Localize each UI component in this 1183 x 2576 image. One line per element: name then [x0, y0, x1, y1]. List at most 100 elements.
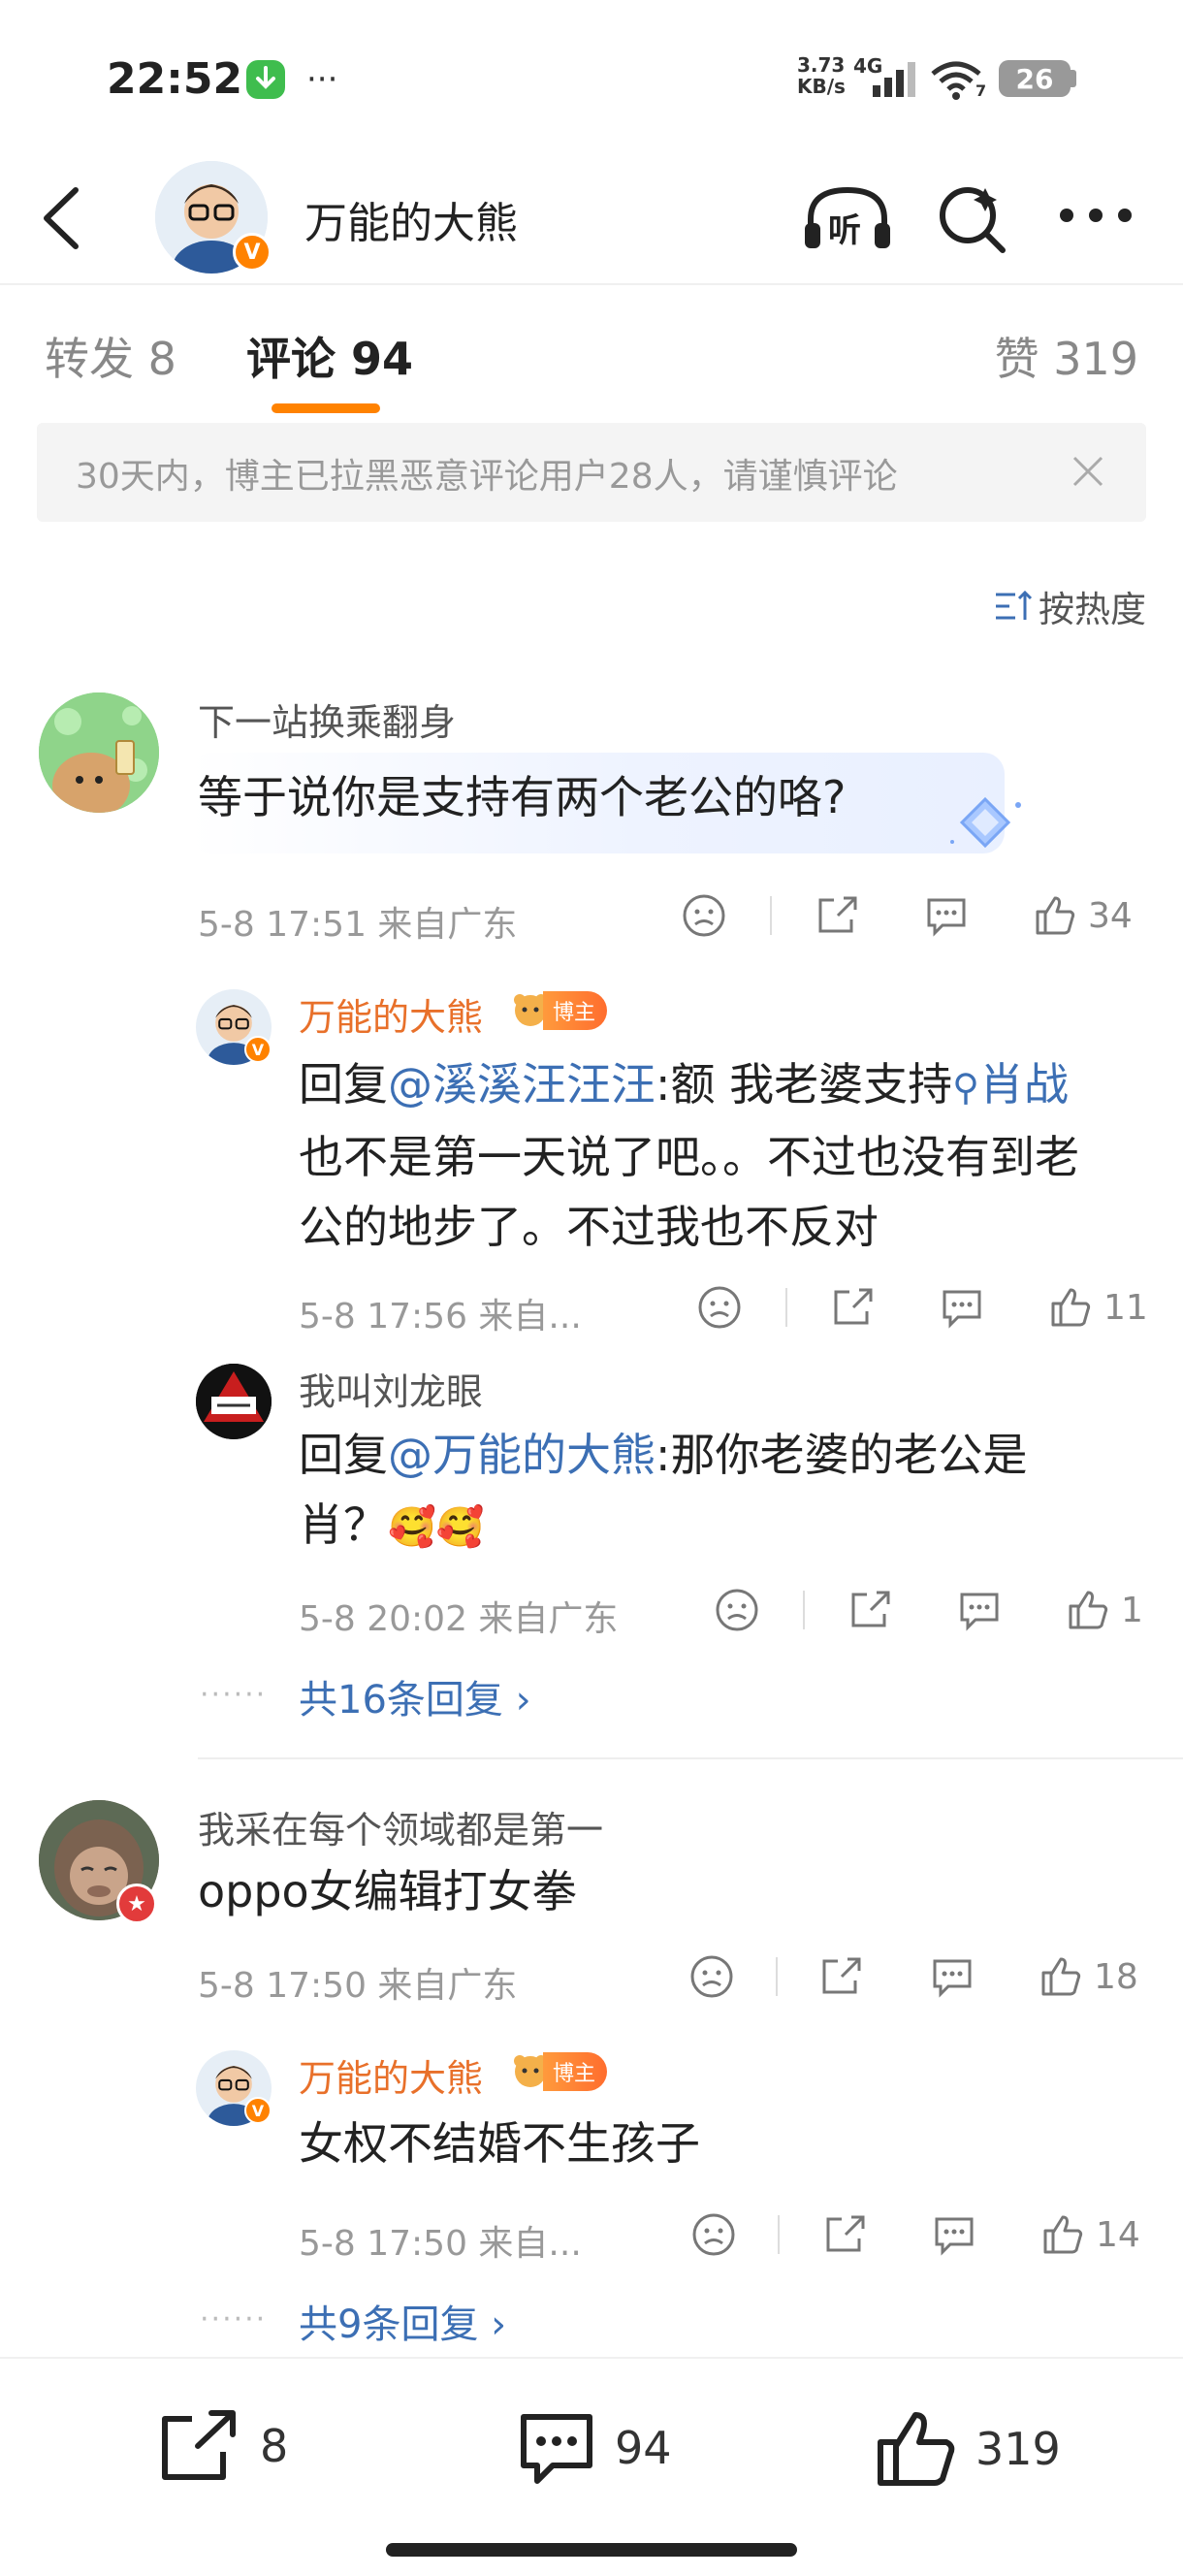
dislike-button[interactable] [688, 1953, 735, 2000]
like-button[interactable]: 319 [875, 2407, 1061, 2491]
reply-actions: 1 [712, 1587, 1154, 1635]
tab-like[interactable]: 赞 319 [995, 324, 1138, 388]
comment-icon [521, 2414, 592, 2484]
download-icon [244, 58, 287, 101]
thumbs-up-icon [878, 2412, 955, 2486]
red-star-badge-icon: ★ [116, 1884, 157, 1924]
mention-link[interactable]: @溪溪汪汪汪 [388, 1058, 655, 1111]
reply-button[interactable] [929, 1953, 975, 2000]
share-icon [162, 2410, 236, 2480]
action-divider [778, 2215, 780, 2254]
status-bar: 22:52 ··· 3.73 KB/s 4G 7 26 [0, 0, 1183, 155]
reply-username[interactable]: 万能的大熊 [299, 2048, 483, 2102]
back-icon[interactable] [35, 182, 87, 254]
reply-meta: 5-8 17:50 来自... [299, 2224, 582, 2264]
like-button[interactable]: 14 [1039, 2211, 1140, 2258]
dislike-button[interactable] [690, 2211, 737, 2258]
comment-icon [943, 1290, 981, 1329]
sad-face-icon [692, 2213, 735, 2256]
sort-label: 按热度 [1039, 589, 1146, 630]
thumbs-up-icon [1036, 896, 1075, 935]
comment-icon [933, 1959, 972, 1998]
reply-line: 也不是第一天说了吧。。不过也没有到老 [299, 1131, 1079, 1183]
tab-comment[interactable]: 评论 94 [246, 324, 413, 388]
reply-meta: 5-8 20:02 来自广东 [299, 1599, 619, 1639]
reply-line: 肖？ [299, 1498, 388, 1551]
reply-prefix: 回复 [299, 1429, 388, 1481]
home-indicator[interactable] [386, 2543, 797, 2557]
topic-link[interactable]: ⚲肖战 [952, 1058, 1069, 1111]
net-speed-value: 3.73 [797, 53, 846, 77]
reply-meta: 5-8 17:56 来自... [299, 1297, 582, 1336]
comment-icon [960, 1593, 999, 1631]
share-button[interactable] [830, 1284, 877, 1331]
sort-toggle[interactable]: 按热度 [994, 580, 1146, 632]
thumbs-up-icon [1051, 1288, 1091, 1327]
reply-button[interactable] [923, 892, 970, 939]
thumbs-up-icon [1041, 1957, 1081, 1996]
share-icon [851, 1591, 890, 1627]
reply-actions: 14 [688, 2211, 1154, 2260]
close-icon[interactable] [1069, 452, 1107, 491]
more-replies-link[interactable]: 共16条回复 › [299, 1668, 531, 1724]
like-button[interactable]: 18 [1038, 1953, 1138, 2000]
thumbs-up-icon [1043, 2215, 1083, 2254]
reply-button[interactable] [931, 2211, 977, 2258]
comment-icon [935, 2217, 974, 2256]
dislike-button[interactable] [681, 892, 727, 939]
listen-button[interactable]: 听 [801, 184, 894, 254]
battery-tip [1071, 70, 1076, 87]
like-count: 11 [1103, 1287, 1148, 1328]
reply-text: 回复@溪溪汪汪汪:额 我老婆支持⚲肖战 也不是第一天说了吧。。不过也没有到老 公… [299, 1049, 1152, 1262]
comment-meta: 5-8 17:51 来自广东 [198, 905, 518, 945]
like-button[interactable]: 1 [1065, 1587, 1143, 1633]
comment-text: oppo女编辑打女拳 [198, 1865, 577, 1917]
tab-repost[interactable]: 转发 8 [45, 324, 176, 388]
dislike-button[interactable] [696, 1284, 743, 1331]
reply-prefix: 回复 [299, 1058, 388, 1111]
thumbs-up-icon [1069, 1591, 1108, 1629]
reply-text: 回复@万能的大熊:那你老婆的老公是 肖？🥰🥰 [299, 1420, 1152, 1562]
reply-username[interactable]: 万能的大熊 [299, 987, 483, 1041]
topic-search-icon: ⚲ [952, 1066, 979, 1109]
action-divider [776, 1957, 778, 1996]
like-button[interactable]: 11 [1047, 1284, 1148, 1331]
listen-label: 听 [828, 211, 861, 250]
reply-button[interactable] [939, 1284, 985, 1331]
share-button[interactable] [818, 1953, 865, 2000]
verified-badge-icon: V [244, 2097, 272, 2124]
sad-face-icon [716, 1589, 758, 1631]
avatar[interactable] [39, 692, 159, 813]
more-replies-dots: ······ [200, 1678, 268, 1712]
comment-divider [198, 1757, 1183, 1759]
comment-username[interactable]: 我采在每个领域都是第一 [198, 1800, 603, 1853]
sad-face-icon [698, 1286, 741, 1329]
action-divider [770, 896, 772, 935]
mention-link[interactable]: @万能的大熊 [388, 1429, 655, 1481]
topic-name: 肖战 [978, 1058, 1069, 1111]
action-divider [803, 1591, 805, 1629]
reply-actions: 11 [694, 1284, 1154, 1333]
repost-button[interactable]: 8 [159, 2407, 288, 2485]
more-notifications-icon: ··· [306, 60, 338, 99]
clock: 22:52 [107, 54, 243, 104]
share-button[interactable] [822, 2211, 869, 2258]
comment-actions: 18 [687, 1953, 1154, 2002]
share-button[interactable] [815, 892, 861, 939]
comment-button[interactable]: 94 [516, 2407, 672, 2489]
reply-line: 公的地步了。不过我也不反对 [299, 1201, 879, 1253]
reply-button[interactable] [956, 1587, 1003, 1633]
search-icon[interactable] [935, 182, 1008, 256]
more-replies-link[interactable]: 共9条回复 › [299, 2293, 506, 2349]
more-replies-dots: ······ [200, 2302, 268, 2336]
like-button[interactable]: 34 [1032, 892, 1133, 939]
action-divider [785, 1288, 787, 1327]
share-button[interactable] [847, 1587, 894, 1633]
top-nav: V 万能的大熊 听 [0, 155, 1183, 283]
avatar[interactable] [196, 1364, 272, 1439]
reply-username[interactable]: 我叫刘龙眼 [299, 1362, 483, 1415]
dislike-button[interactable] [714, 1587, 760, 1633]
comment-username[interactable]: 下一站换乘翻身 [198, 692, 456, 746]
more-options-icon[interactable] [1057, 204, 1135, 227]
comment-count: 94 [615, 2422, 672, 2474]
